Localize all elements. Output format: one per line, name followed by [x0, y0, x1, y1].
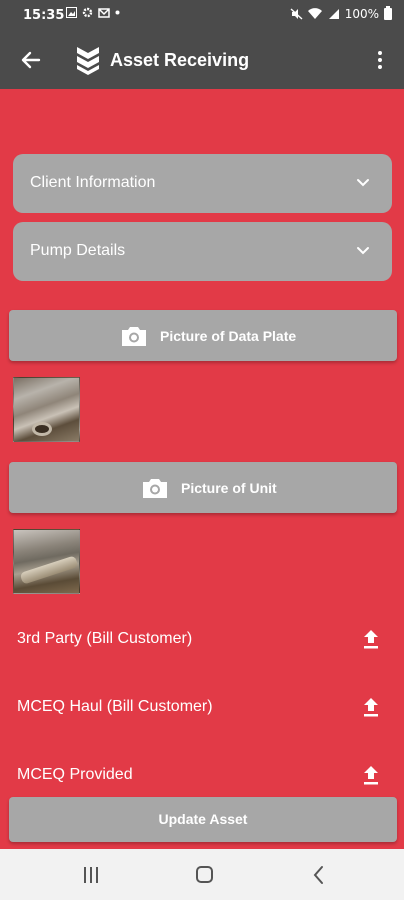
- camera-icon: [122, 326, 146, 346]
- section-label: Client Information: [30, 174, 156, 191]
- notification-icons: [66, 7, 120, 18]
- mute-icon: [290, 8, 303, 20]
- system-icons: 100%: [290, 6, 392, 21]
- upload-label: 3rd Party (Bill Customer): [17, 630, 193, 647]
- button-label: Picture of Data Plate: [160, 327, 297, 344]
- upload-row-mceq-haul[interactable]: MCEQ Haul (Bill Customer): [0, 687, 404, 727]
- app-bar: Asset Receiving: [0, 31, 404, 89]
- gear-icon: [82, 7, 93, 18]
- upload-icon[interactable]: [362, 696, 380, 718]
- upload-icon[interactable]: [362, 764, 380, 786]
- back-arrow-icon[interactable]: [18, 47, 44, 73]
- status-bar: 15:35 100%: [0, 0, 404, 31]
- chevron-down-icon: [357, 247, 369, 255]
- recent-apps-icon[interactable]: [82, 867, 100, 883]
- more-options-icon[interactable]: [370, 46, 390, 74]
- picture-data-plate-button[interactable]: Picture of Data Plate: [9, 310, 397, 361]
- app-logo-icon: [77, 47, 99, 75]
- system-nav-bar: [0, 849, 404, 900]
- home-icon[interactable]: [196, 866, 213, 883]
- upload-icon[interactable]: [362, 628, 380, 650]
- camera-icon: [143, 478, 167, 498]
- signal-icon: [328, 9, 339, 19]
- dot-icon: [115, 10, 120, 15]
- section-label: Pump Details: [30, 242, 126, 259]
- upload-row-mceq-provided[interactable]: MCEQ Provided: [0, 755, 404, 795]
- data-plate-thumbnail[interactable]: [13, 377, 80, 442]
- chevron-down-icon: [357, 179, 369, 187]
- upload-label: MCEQ Provided: [17, 766, 133, 783]
- unit-thumbnail[interactable]: [13, 529, 80, 594]
- nav-back-icon[interactable]: [312, 865, 324, 885]
- status-time: 15:35: [23, 8, 65, 23]
- upload-label: MCEQ Haul (Bill Customer): [17, 698, 213, 715]
- page-title: Asset Receiving: [110, 50, 250, 70]
- upload-row-3rd-party[interactable]: 3rd Party (Bill Customer): [0, 619, 404, 659]
- client-information-section[interactable]: Client Information: [13, 154, 392, 213]
- battery-icon: [384, 6, 392, 20]
- mail-icon: [98, 7, 110, 18]
- picture-unit-button[interactable]: Picture of Unit: [9, 462, 397, 513]
- wifi-icon: [307, 8, 322, 19]
- button-label: Picture of Unit: [181, 479, 277, 496]
- battery-percent: 100%: [344, 7, 379, 21]
- update-asset-button[interactable]: Update Asset: [9, 797, 397, 842]
- pump-details-section[interactable]: Pump Details: [13, 222, 392, 281]
- image-icon: [66, 7, 77, 18]
